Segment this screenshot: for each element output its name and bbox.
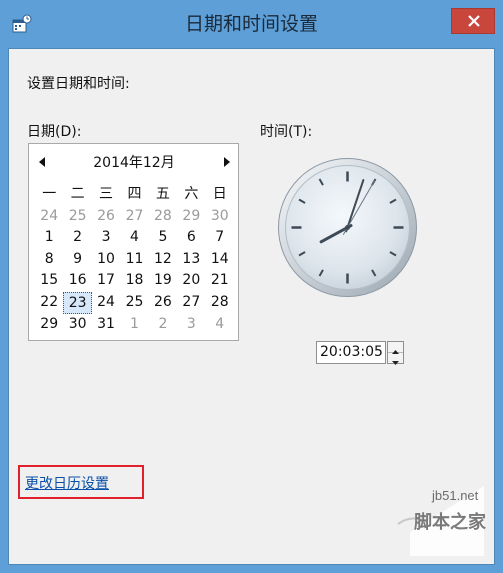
- site-watermark: jb51.net 脚本之家: [392, 484, 492, 560]
- calendar-day[interactable]: 14: [206, 249, 234, 271]
- calendar-day-selected[interactable]: 23: [63, 291, 92, 314]
- calendar-day[interactable]: 12: [149, 249, 177, 271]
- calendar-day[interactable]: 3: [92, 227, 120, 249]
- close-button[interactable]: [451, 8, 495, 34]
- title-bar[interactable]: 日期和时间设置: [0, 0, 503, 48]
- calendar-day[interactable]: 15: [35, 270, 63, 292]
- watermark-name: 脚本之家: [414, 512, 486, 533]
- calendar-day[interactable]: 29: [35, 314, 63, 336]
- date-time-settings-window: 日期和时间设置 设置日期和时间: 日期(D): 时间(T): 2014年12月: [0, 0, 503, 573]
- calendar-day[interactable]: 2: [149, 314, 177, 336]
- time-label: 时间(T):: [260, 124, 313, 140]
- weekday-label: 四: [127, 186, 142, 202]
- calendar-day[interactable]: 21: [206, 270, 234, 292]
- weekday-header-row: 一二三四五六日: [35, 184, 234, 206]
- calendar-day[interactable]: 2: [63, 227, 91, 249]
- calendar-day[interactable]: 28: [149, 206, 177, 228]
- calendar-day[interactable]: 10: [92, 249, 120, 271]
- calendar-day[interactable]: 28: [206, 292, 234, 314]
- calendar-day[interactable]: 30: [63, 314, 91, 336]
- spin-down-icon: [392, 361, 399, 365]
- calendar: 2014年12月 一二三四五六日 24 25 26 27 28 29 30 1 2 3 4 5 6 7 8 9 1…: [28, 143, 239, 341]
- calendar-day[interactable]: 31: [92, 314, 120, 336]
- date-label: 日期(D):: [27, 124, 82, 140]
- calendar-day[interactable]: 24: [92, 292, 120, 314]
- calendar-week-row: 15 16 17 18 19 20 21: [35, 270, 234, 292]
- weekday-label: 三: [99, 186, 114, 202]
- calendar-day[interactable]: 30: [206, 206, 234, 228]
- weekday-label: 日: [212, 186, 227, 202]
- calendar-day[interactable]: 22: [35, 292, 63, 314]
- calendar-week-row: 22 23 24 25 26 27 28: [35, 291, 234, 314]
- calendar-day[interactable]: 26: [92, 206, 120, 228]
- calendar-day[interactable]: 7: [206, 227, 234, 249]
- weekday-label: 六: [184, 186, 199, 202]
- time-input[interactable]: 20:03:05: [316, 341, 386, 364]
- calendar-week-row: 29 30 31 1 2 3 4: [35, 314, 234, 336]
- time-spinner: [387, 341, 404, 365]
- triangle-left-icon: [39, 157, 45, 167]
- analog-clock: [278, 158, 417, 297]
- calendar-day[interactable]: 1: [35, 227, 63, 249]
- calendar-day[interactable]: 17: [92, 270, 120, 292]
- calendar-day[interactable]: 4: [120, 227, 148, 249]
- calendar-day[interactable]: 9: [63, 249, 91, 271]
- change-calendar-settings-link[interactable]: 更改日历设置: [25, 473, 109, 493]
- calendar-day[interactable]: 8: [35, 249, 63, 271]
- calendar-week-row: 24 25 26 27 28 29 30: [35, 206, 234, 228]
- calendar-week-row: 1234567: [35, 227, 234, 249]
- calendar-day[interactable]: 13: [177, 249, 205, 271]
- next-month-button[interactable]: [219, 154, 233, 170]
- calendar-day[interactable]: 20: [177, 270, 205, 292]
- calendar-day[interactable]: 25: [120, 292, 148, 314]
- calendar-day[interactable]: 24: [35, 206, 63, 228]
- calendar-day[interactable]: 25: [63, 206, 91, 228]
- previous-month-button[interactable]: [36, 154, 50, 170]
- time-spin-down-button[interactable]: [388, 353, 403, 365]
- calendar-week-row: 8 9 10 11 12 13 14: [35, 249, 234, 271]
- calendar-day[interactable]: 3: [177, 314, 205, 336]
- calendar-day[interactable]: 27: [120, 206, 148, 228]
- calendar-grid: 一二三四五六日 24 25 26 27 28 29 30 1 2 3 4 5 6 7 8 9 10 11 12 13 14…: [35, 184, 234, 335]
- close-icon: [468, 15, 480, 27]
- weekday-label: 二: [70, 186, 85, 202]
- calendar-day[interactable]: 26: [149, 292, 177, 314]
- calendar-day[interactable]: 11: [120, 249, 148, 271]
- weekday-label: 五: [155, 186, 170, 202]
- calendar-day[interactable]: 29: [177, 206, 205, 228]
- weekday-label: 一: [42, 186, 57, 202]
- triangle-right-icon: [224, 157, 230, 167]
- calendar-day[interactable]: 6: [177, 227, 205, 249]
- calendar-day[interactable]: 16: [63, 270, 91, 292]
- calendar-day[interactable]: 5: [149, 227, 177, 249]
- calendar-day[interactable]: 27: [177, 292, 205, 314]
- window-title: 日期和时间设置: [184, 13, 318, 35]
- calendar-day[interactable]: 4: [206, 314, 234, 336]
- calendar-day[interactable]: 1: [120, 314, 148, 336]
- calendar-day[interactable]: 19: [149, 270, 177, 292]
- calendar-day[interactable]: 18: [120, 270, 148, 292]
- watermark-url: jb51.net: [432, 488, 479, 503]
- calendar-month-label[interactable]: 2014年12月: [69, 152, 199, 172]
- page-heading: 设置日期和时间:: [27, 76, 130, 92]
- time-spin-up-button[interactable]: [388, 342, 403, 354]
